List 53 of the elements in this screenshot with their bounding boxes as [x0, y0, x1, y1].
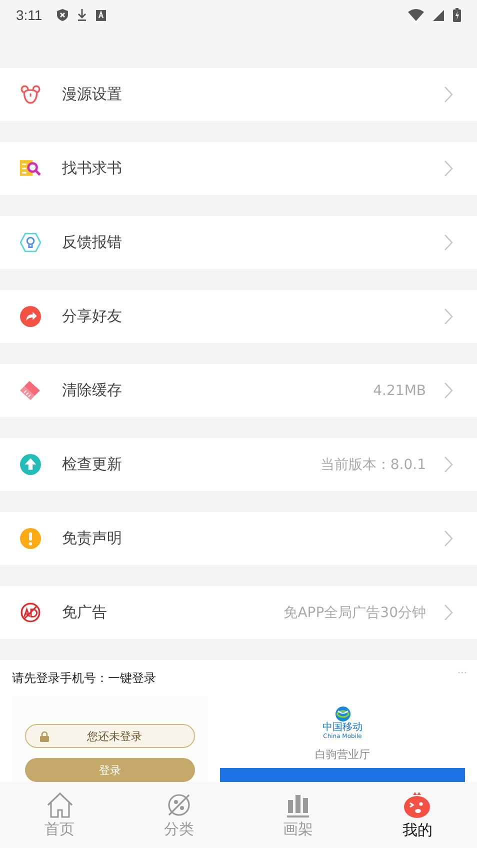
battery-icon: [453, 8, 461, 22]
chevron-right-icon: [444, 382, 453, 399]
wifi-icon: [408, 9, 424, 21]
no-ads-icon: [20, 602, 41, 623]
chevron-right-icon: [444, 604, 453, 621]
menu-value: 当前版本：8.0.1: [320, 456, 426, 474]
menu-item[interactable]: 检查更新 当前版本：8.0.1: [0, 438, 477, 491]
lightbulb-icon: [20, 232, 41, 253]
book-search-icon: [20, 158, 41, 179]
warning-icon: [20, 528, 41, 549]
menu-label: 免责声明: [62, 529, 122, 548]
menu-item[interactable]: 反馈报错: [0, 216, 477, 269]
menu-item[interactable]: 漫源设置: [0, 68, 477, 121]
status-time: 3:11: [16, 7, 42, 23]
menu-item[interactable]: 清除缓存 4.21MB: [0, 364, 477, 417]
eraser-icon: [20, 380, 41, 401]
chevron-right-icon: [444, 530, 453, 547]
store-name: 白驹营业厅: [315, 747, 370, 762]
nav-tab[interactable]: 我的: [358, 782, 477, 848]
menu-item[interactable]: 免广告 免APP全局广告30分钟: [0, 586, 477, 639]
menu-item[interactable]: 找书求书: [0, 142, 477, 195]
menu-item[interactable]: 免责声明: [0, 512, 477, 565]
menu-value: 免APP全局广告30分钟: [284, 604, 426, 622]
upload-icon: [20, 454, 41, 475]
shield-icon: [57, 9, 68, 21]
chevron-right-icon: [444, 160, 453, 177]
globe-logo-icon: [334, 706, 350, 722]
ad-title: 请先登录手机号：一键登录: [12, 670, 156, 687]
mascot-icon: [403, 790, 432, 818]
menu-label: 分享好友: [62, 307, 122, 326]
menu-label: 免广告: [62, 603, 107, 622]
signal-icon: [433, 10, 444, 20]
share-icon: [20, 306, 41, 327]
chevron-right-icon: [444, 234, 453, 251]
chevron-right-icon: [444, 456, 453, 473]
menu-label: 找书求书: [62, 159, 122, 178]
menu-label: 反馈报错: [62, 233, 122, 252]
brand-name: 中国移动: [322, 722, 362, 733]
keyboard-icon: [96, 10, 106, 20]
download-icon: [77, 9, 88, 21]
chevron-right-icon: [444, 308, 453, 325]
lock-icon: [40, 730, 49, 742]
menu-label: 清除缓存: [62, 381, 122, 400]
details-button[interactable]: [220, 768, 465, 782]
menu-label: 检查更新: [62, 455, 122, 474]
planet-icon: [166, 792, 192, 818]
chevron-right-icon: [444, 86, 453, 103]
menu-item[interactable]: 分享好友: [0, 290, 477, 343]
home-icon: [46, 792, 74, 818]
menu-value: 4.21MB: [373, 382, 426, 398]
menu-label: 漫源设置: [62, 85, 122, 104]
bear-icon: [20, 84, 41, 105]
login-status-field: 您还未登录: [25, 724, 195, 748]
